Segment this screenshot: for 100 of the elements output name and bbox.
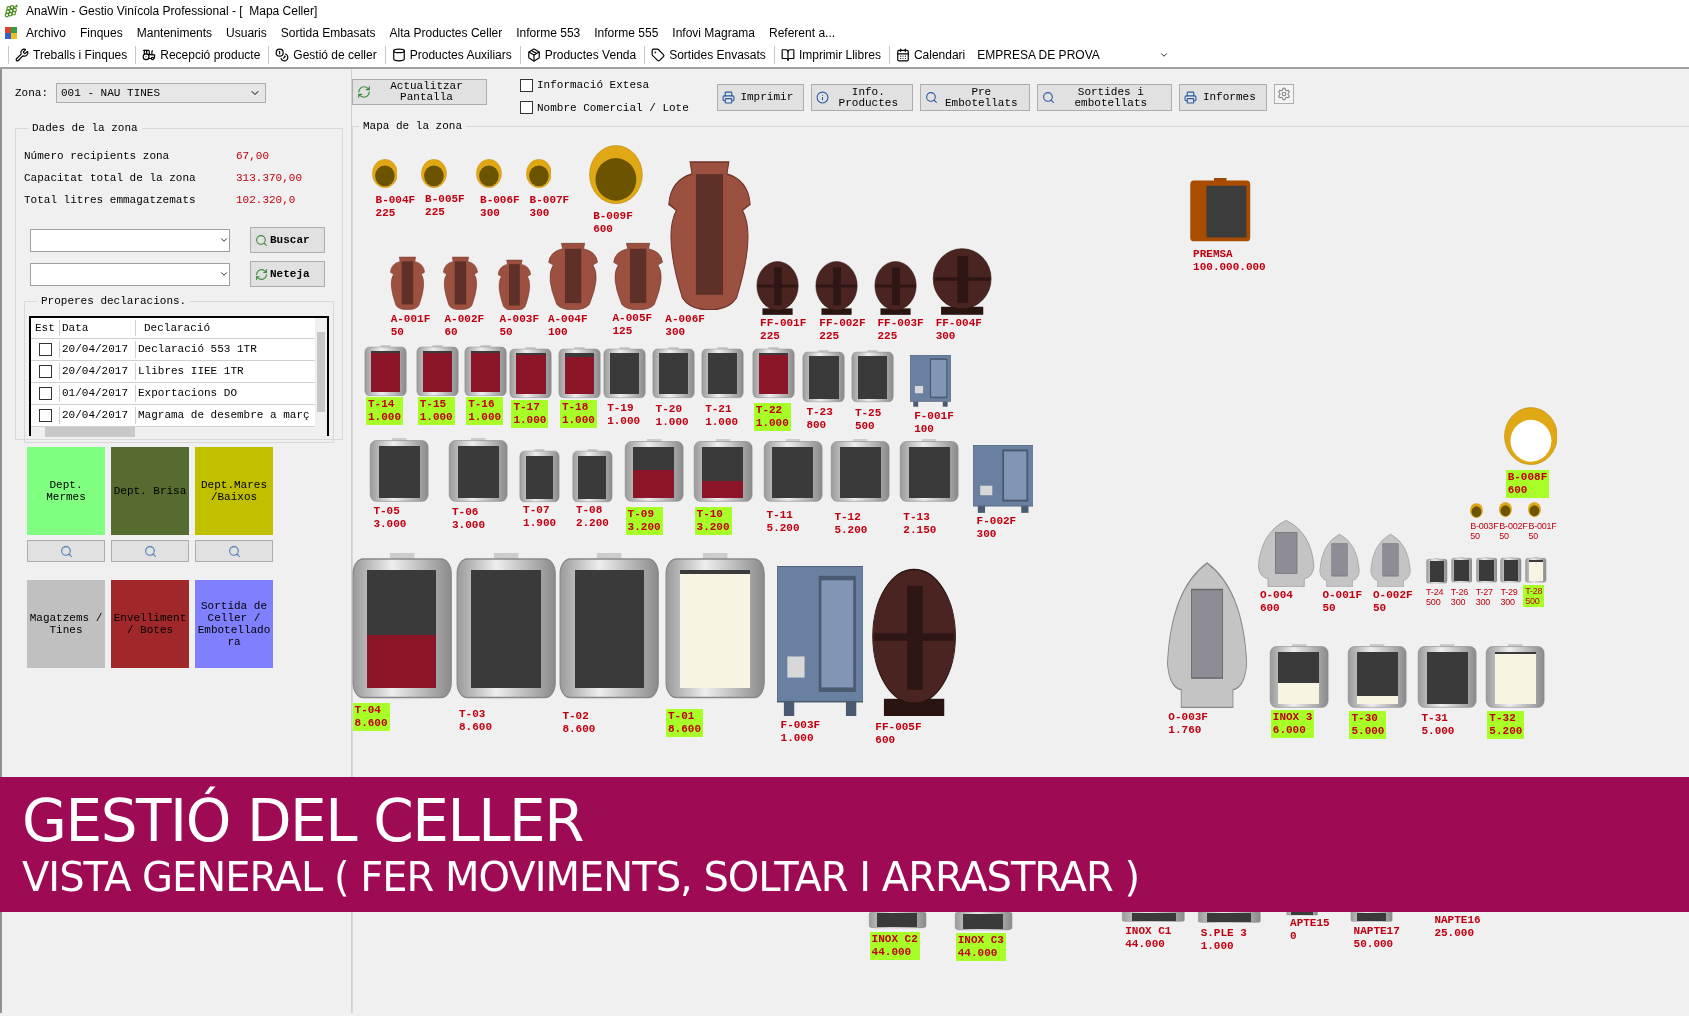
- department-tile[interactable]: Sortida de Celler / Embotelladora: [195, 580, 273, 668]
- tank-drawing[interactable]: [751, 346, 795, 399]
- tank-drawing[interactable]: [464, 344, 508, 397]
- row-checkbox[interactable]: [38, 409, 52, 422]
- menu-item[interactable]: Alta Productes Celler: [383, 23, 509, 42]
- tank-drawing[interactable]: [1268, 644, 1330, 709]
- settings-button[interactable]: [1273, 84, 1294, 104]
- report-button[interactable]: Sortides i embotellats: [1036, 84, 1172, 111]
- tank-drawing[interactable]: [899, 439, 960, 504]
- department-tile[interactable]: Dept. Mermes: [27, 447, 105, 535]
- tank-drawing[interactable]: [1500, 556, 1522, 583]
- tank-drawing[interactable]: [1347, 644, 1408, 709]
- menu-item[interactable]: Informe 553: [510, 23, 587, 42]
- press-drawing[interactable]: [1189, 177, 1252, 243]
- tank-drawing[interactable]: [1349, 911, 1393, 923]
- tank-drawing[interactable]: [830, 439, 891, 504]
- row-checkbox[interactable]: [38, 387, 52, 400]
- ovoid-drawing[interactable]: [1318, 533, 1362, 588]
- row-checkbox[interactable]: [38, 343, 52, 356]
- toolbar-button[interactable]: Treballs i Finques: [8, 46, 134, 64]
- tank-drawing[interactable]: [1196, 911, 1262, 924]
- tank-drawing[interactable]: [448, 438, 509, 504]
- tank-drawing[interactable]: [558, 552, 661, 701]
- toolbar-button[interactable]: Calendari: [888, 46, 972, 64]
- toolbar-button[interactable]: Imprimir Llibres: [773, 46, 887, 64]
- option-checkbox[interactable]: Informació Extesa: [520, 77, 689, 94]
- option-checkbox[interactable]: Nombre Comercial / Lote: [520, 99, 689, 116]
- department-tile[interactable]: Dept.Mares /Baixos: [195, 447, 273, 535]
- ovoid-drawing[interactable]: [1255, 519, 1317, 588]
- toolbar-button[interactable]: Productes Auxiliars: [384, 46, 518, 64]
- row-checkbox[interactable]: [38, 365, 52, 378]
- search-action-button[interactable]: Neteja: [250, 261, 325, 287]
- tank-drawing[interactable]: [1426, 557, 1448, 584]
- fridge-drawing[interactable]: [910, 355, 952, 408]
- tank-drawing[interactable]: [953, 911, 1013, 931]
- menu-item[interactable]: Referent a...: [763, 23, 842, 42]
- tank-drawing[interactable]: [692, 439, 753, 504]
- column-header[interactable]: Data: [59, 319, 135, 337]
- barrel-drawing[interactable]: [476, 159, 502, 189]
- tank-drawing[interactable]: [651, 346, 695, 399]
- toolbar-button[interactable]: Productes Venda: [519, 46, 643, 64]
- zone-select[interactable]: 001 - NAU TINES: [56, 83, 266, 103]
- report-button[interactable]: Imprimir: [716, 84, 804, 111]
- menu-item[interactable]: Usuaris: [220, 23, 273, 42]
- ovoid-drawing[interactable]: [1369, 533, 1413, 588]
- tank-drawing[interactable]: [455, 552, 558, 701]
- tank-drawing[interactable]: [1450, 556, 1473, 583]
- column-header[interactable]: Est: [31, 319, 59, 337]
- tank-drawing[interactable]: [701, 346, 745, 399]
- toolbar-button[interactable]: Sortides Envasats: [644, 46, 772, 64]
- barrel-drawing[interactable]: [421, 159, 447, 189]
- tank-drawing[interactable]: [603, 346, 647, 399]
- search-combo[interactable]: [30, 228, 230, 252]
- tank-drawing[interactable]: [369, 438, 430, 504]
- cask-drawing[interactable]: [815, 260, 859, 315]
- report-button[interactable]: Info. Productes: [810, 84, 913, 111]
- tank-drawing[interactable]: [557, 346, 601, 399]
- barrel-drawing[interactable]: [371, 159, 398, 189]
- tank-drawing[interactable]: [415, 344, 459, 397]
- report-button[interactable]: Pre Embotellats: [919, 84, 1030, 111]
- tank-drawing[interactable]: [519, 449, 561, 503]
- checkbox[interactable]: [520, 78, 533, 92]
- refresh-button[interactable]: Actualitzar Pantalla: [352, 79, 487, 105]
- report-button[interactable]: Informes: [1178, 84, 1267, 111]
- menu-item[interactable]: Informe 555: [588, 23, 665, 42]
- fridge-drawing[interactable]: [972, 444, 1033, 513]
- tank-drawing[interactable]: [850, 350, 894, 403]
- tank-drawing[interactable]: [1475, 556, 1498, 583]
- tank-drawing[interactable]: [1485, 644, 1546, 709]
- barrel-drawing[interactable]: [525, 159, 552, 189]
- search-action-button[interactable]: Buscar: [250, 227, 325, 253]
- checkbox[interactable]: [520, 101, 533, 115]
- tank-drawing[interactable]: [1121, 911, 1186, 923]
- cask-drawing[interactable]: [756, 260, 800, 315]
- tank-drawing[interactable]: [571, 449, 613, 503]
- scrollbar[interactable]: [315, 318, 327, 427]
- horizontal-scrollbar[interactable]: [31, 427, 327, 437]
- cask-drawing[interactable]: [931, 247, 992, 315]
- search-combo[interactable]: [30, 262, 230, 286]
- menu-item[interactable]: Manteniments: [130, 23, 219, 42]
- tank-drawing[interactable]: [802, 350, 846, 403]
- company-select[interactable]: EMPRESA DE PROVA: [973, 46, 1174, 64]
- window-menu-icon[interactable]: [4, 25, 18, 40]
- menu-item[interactable]: Infovi Magrama: [666, 23, 761, 42]
- tank-drawing[interactable]: [623, 439, 684, 504]
- toolbar-button[interactable]: Recepció producte: [135, 46, 267, 64]
- department-tile[interactable]: Magatzems / Tines: [27, 580, 105, 668]
- barrel-drawing[interactable]: [1528, 501, 1542, 518]
- department-tile[interactable]: Dept. Brisa: [111, 447, 189, 535]
- menu-item[interactable]: Sortida Embasats: [274, 23, 382, 42]
- fridge-drawing[interactable]: [776, 565, 863, 717]
- cask-drawing[interactable]: [871, 567, 958, 717]
- barrel-drawing[interactable]: [1470, 503, 1484, 519]
- tank-drawing[interactable]: [364, 344, 408, 397]
- barrel-drawing[interactable]: [1499, 501, 1513, 518]
- menu-item[interactable]: Archivo: [20, 23, 72, 42]
- barrel-drawing[interactable]: [589, 145, 643, 205]
- tank-drawing[interactable]: [350, 552, 453, 701]
- tank-drawing[interactable]: [1417, 644, 1478, 709]
- tank-drawing[interactable]: [762, 439, 823, 504]
